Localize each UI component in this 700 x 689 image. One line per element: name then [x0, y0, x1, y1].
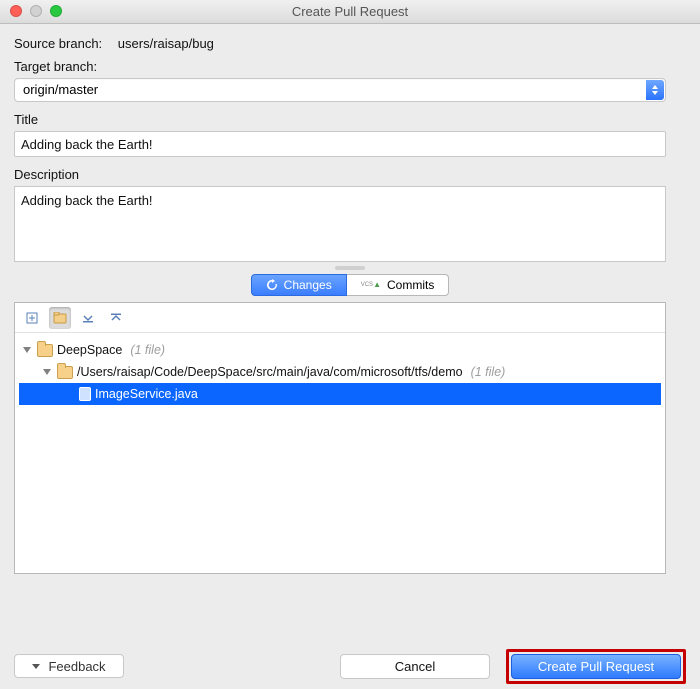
target-branch-selected: origin/master — [23, 82, 98, 97]
source-branch-row: Source branch: users/raisap/bug — [14, 36, 686, 51]
caret-down-icon — [23, 347, 31, 353]
file-icon — [79, 387, 91, 401]
caret-down-icon — [43, 369, 51, 375]
description-textarea[interactable]: Adding back the Earth! — [14, 186, 666, 262]
vcs-up-icon: VCS▲ — [361, 281, 381, 289]
tab-changes-label: Changes — [284, 278, 332, 292]
submit-highlight: Create Pull Request — [506, 649, 686, 684]
tree-file-row[interactable]: ImageService.java — [19, 383, 661, 405]
tree-root-label: DeepSpace — [57, 343, 122, 357]
folder-icon — [57, 366, 73, 379]
cancel-button[interactable]: Cancel — [340, 654, 490, 679]
feedback-label: Feedback — [48, 659, 105, 674]
tab-commits[interactable]: VCS▲ Commits — [347, 274, 450, 296]
target-branch-label: Target branch: — [14, 59, 686, 74]
target-branch-select[interactable]: origin/master — [14, 78, 666, 102]
window-title: Create Pull Request — [292, 4, 408, 19]
changes-tree[interactable]: DeepSpace (1 file) /Users/raisap/Code/De… — [15, 333, 665, 573]
tree-root-hint: (1 file) — [130, 343, 165, 357]
close-window-button[interactable] — [10, 5, 22, 17]
title-label: Title — [14, 112, 686, 127]
collapse-icon[interactable] — [77, 307, 99, 329]
window-titlebar: Create Pull Request — [0, 0, 700, 24]
tab-commits-label: Commits — [387, 278, 434, 292]
tree-root-row[interactable]: DeepSpace (1 file) — [19, 339, 661, 361]
collapse-all-icon[interactable] — [105, 307, 127, 329]
grip-icon — [335, 266, 365, 270]
refresh-icon — [266, 279, 278, 291]
vcs-badge: VCS — [361, 281, 373, 289]
expand-all-icon[interactable] — [21, 307, 43, 329]
feedback-button[interactable]: Feedback — [14, 654, 124, 678]
description-label: Description — [14, 167, 686, 182]
changes-panel: DeepSpace (1 file) /Users/raisap/Code/De… — [14, 302, 666, 574]
tree-file-label: ImageService.java — [95, 387, 198, 401]
minimize-window-button[interactable] — [30, 5, 42, 17]
dialog-footer: Feedback Cancel Create Pull Request — [0, 643, 700, 689]
source-branch-value: users/raisap/bug — [118, 36, 214, 51]
tree-path-hint: (1 file) — [471, 365, 506, 379]
create-pull-request-button[interactable]: Create Pull Request — [511, 654, 681, 679]
window-controls — [10, 5, 62, 17]
zoom-window-button[interactable] — [50, 5, 62, 17]
source-branch-label: Source branch: — [14, 36, 102, 51]
select-stepper-icon — [646, 80, 664, 100]
tree-path-label: /Users/raisap/Code/DeepSpace/src/main/ja… — [77, 365, 463, 379]
changes-toolbar — [15, 303, 665, 333]
group-by-directory-icon[interactable] — [49, 307, 71, 329]
tree-path-row[interactable]: /Users/raisap/Code/DeepSpace/src/main/ja… — [19, 361, 661, 383]
tab-changes[interactable]: Changes — [251, 274, 347, 296]
chevron-down-icon — [32, 664, 40, 669]
folder-icon — [37, 344, 53, 357]
vcs-tabbar: Changes VCS▲ Commits — [14, 274, 686, 296]
split-handle[interactable] — [14, 262, 686, 274]
title-input[interactable] — [14, 131, 666, 157]
